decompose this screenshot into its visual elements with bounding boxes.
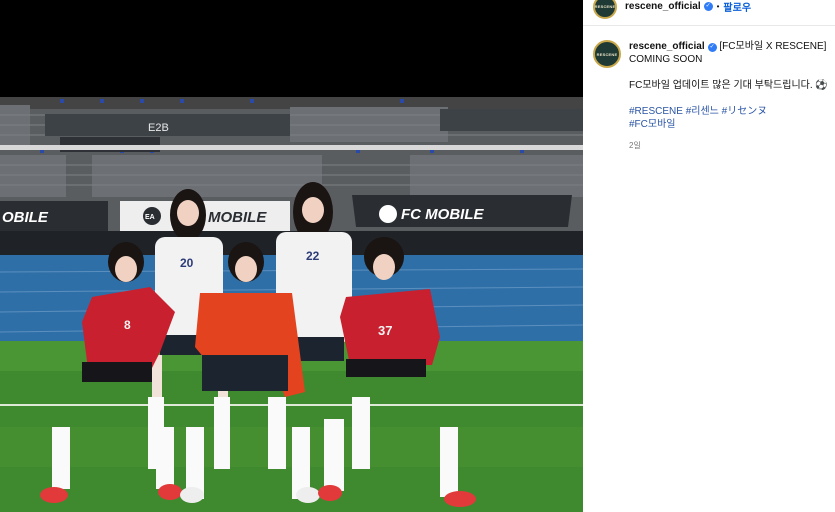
follow-button[interactable]: 팔로우 bbox=[723, 0, 751, 14]
banner-mid-text: MOBILE bbox=[208, 209, 267, 226]
hashtag-rescene[interactable]: #RESCENE bbox=[629, 106, 683, 117]
hashtag-japanese[interactable]: #リセンヌ bbox=[722, 106, 768, 117]
avatar-logo-text: RESCENE bbox=[594, 4, 616, 9]
caption-line-2: COMING SOON bbox=[629, 54, 703, 65]
stadium-section-sign: E2B bbox=[148, 122, 169, 134]
separator-dot: • bbox=[716, 2, 720, 11]
avatar-logo-text: RESCENE bbox=[596, 51, 618, 57]
post-media[interactable]: E2B OBILE EA MOBILE FC MOBILE 20 22 8 37 bbox=[0, 0, 583, 512]
hashtag-korean[interactable]: #리센느 bbox=[686, 106, 719, 117]
caption-line-3: FC모바일 업데이트 많은 기대 부탁드립니다. ⚽ bbox=[629, 80, 828, 91]
caption-line-1: [FC모바일 X RESCENE] bbox=[719, 41, 827, 52]
banner-right-text: FC MOBILE bbox=[401, 206, 484, 223]
verified-badge-icon: ✓ bbox=[707, 43, 717, 52]
post-header: RESCENE rescene_official ✓ • 팔로우 bbox=[583, 0, 835, 26]
post-timestamp[interactable]: 2일 bbox=[629, 139, 829, 152]
banner-left-text: OBILE bbox=[2, 209, 49, 226]
post-photo: E2B OBILE EA MOBILE FC MOBILE 20 22 8 37 bbox=[0, 97, 583, 512]
caption-author-avatar[interactable]: RESCENE bbox=[593, 40, 621, 68]
hashtag-fc-mobile[interactable]: #FC모바일 bbox=[629, 119, 676, 130]
author-avatar[interactable]: RESCENE bbox=[593, 0, 617, 19]
jersey-number-8: 8 bbox=[124, 318, 131, 332]
author-username[interactable]: rescene_official bbox=[625, 1, 701, 12]
jersey-number-20: 20 bbox=[180, 256, 194, 270]
caption-username[interactable]: rescene_official bbox=[629, 41, 705, 52]
jersey-number-37: 37 bbox=[378, 323, 392, 338]
verified-badge-icon: ✓ bbox=[703, 2, 713, 11]
post-caption-block: RESCENE rescene_official ✓ [FC모바일 X RESCE… bbox=[583, 26, 835, 152]
post-details-panel: RESCENE rescene_official ✓ • 팔로우 RESCENE… bbox=[583, 0, 835, 512]
banner-ea-badge: EA bbox=[145, 214, 155, 221]
jersey-number-22: 22 bbox=[306, 249, 320, 263]
